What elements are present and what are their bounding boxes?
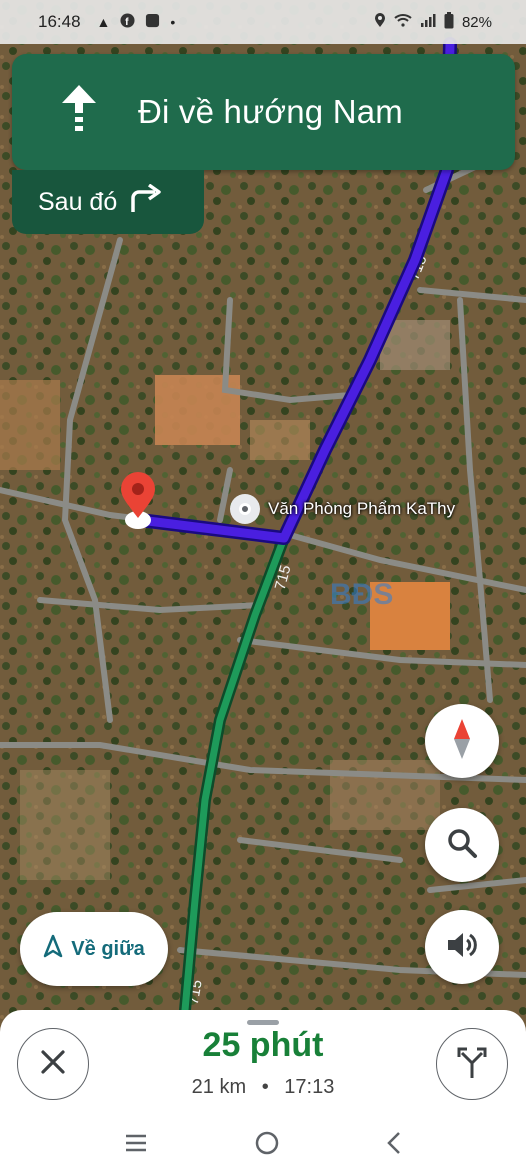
wifi-icon	[394, 13, 412, 31]
arrival-time: 17:13	[284, 1076, 335, 1098]
facebook-icon: f	[120, 13, 135, 31]
signal-icon	[420, 13, 436, 31]
recenter-button[interactable]: Về giữa	[20, 912, 168, 986]
poi-name: Văn Phòng Phẩm KaThy	[268, 499, 456, 518]
svg-text:f: f	[126, 17, 130, 28]
status-bar: 16:48 ▲ f • 82%	[0, 0, 526, 44]
navigation-arrow-icon	[43, 934, 63, 964]
poi-icon	[230, 494, 260, 524]
destination-pin	[121, 472, 155, 529]
search-icon	[446, 827, 478, 864]
battery-percent: 82%	[461, 13, 492, 31]
navigation-icon: ▲	[96, 14, 111, 30]
poi-marker[interactable]: Văn Phòng Phẩm KaThy	[230, 494, 455, 524]
battery-icon	[444, 11, 454, 33]
then-label: Sau đó	[38, 187, 118, 216]
drag-handle[interactable]	[247, 1020, 279, 1025]
home-icon[interactable]	[255, 1131, 279, 1160]
app-icon	[145, 13, 160, 31]
dot-icon: •	[170, 14, 176, 30]
system-navigation-bar	[0, 1118, 526, 1173]
compass-icon	[450, 717, 474, 766]
route-options-icon	[456, 1045, 488, 1084]
recenter-label: Về giữa	[71, 937, 145, 960]
search-button[interactable]	[425, 808, 499, 882]
instruction-text: Đi về hướng Nam	[138, 93, 403, 130]
back-icon[interactable]	[386, 1131, 402, 1160]
location-icon	[374, 12, 386, 32]
trip-distance: 21 km	[191, 1076, 247, 1098]
alternate-routes-button[interactable]	[436, 1028, 508, 1100]
compass-button[interactable]	[425, 704, 499, 778]
next-step-card[interactable]: Sau đó	[12, 170, 204, 234]
trip-separator: •	[261, 1076, 269, 1098]
arrow-up-icon	[60, 83, 98, 142]
status-time: 16:48	[38, 12, 81, 31]
watermark: BĐS	[330, 578, 393, 611]
sound-button[interactable]	[425, 910, 499, 984]
volume-icon	[445, 930, 479, 965]
turn-right-icon	[129, 183, 163, 221]
navigation-instruction-card[interactable]: Đi về hướng Nam	[12, 54, 515, 170]
recent-apps-icon[interactable]	[124, 1133, 148, 1158]
